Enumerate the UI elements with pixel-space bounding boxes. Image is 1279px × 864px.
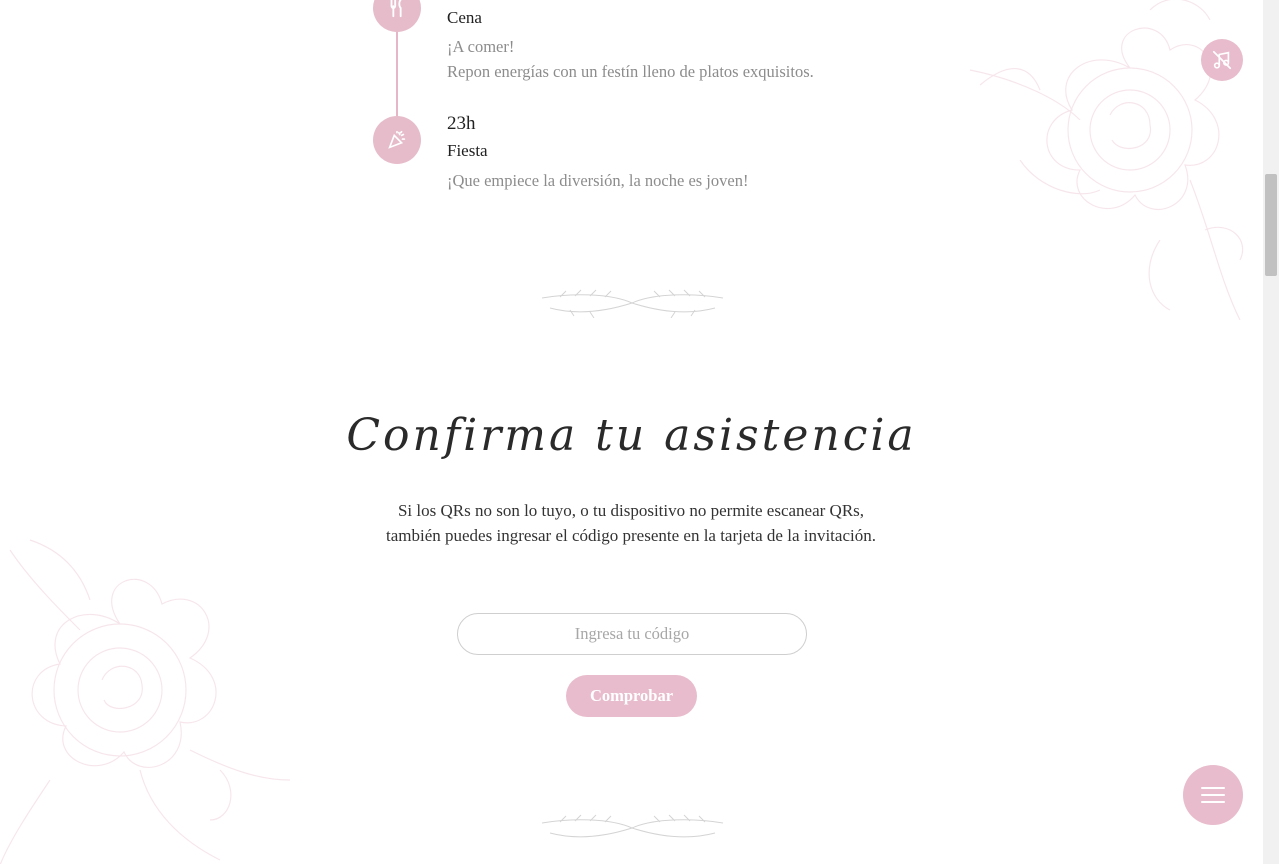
event-desc-dinner-line2: Repon energías con un festín lleno de pl… [447, 62, 814, 81]
event-time-party: 23h [447, 113, 476, 134]
event-title-party: Fiesta [447, 141, 488, 160]
music-toggle-button[interactable] [1201, 39, 1243, 81]
menu-button[interactable] [1183, 765, 1243, 825]
music-off-icon [1212, 50, 1232, 70]
rsvp-description: Si los QRs no son lo tuyo, o tu disposit… [386, 501, 876, 545]
leaf-divider-icon [541, 289, 724, 318]
check-code-button[interactable]: Comprobar [566, 675, 697, 717]
invitation-code-input[interactable] [457, 613, 807, 655]
hamburger-menu-icon [1201, 787, 1225, 803]
timeline-dot-party [373, 116, 421, 164]
scrollbar-thumb[interactable] [1265, 174, 1277, 276]
floral-decoration-icon [0, 539, 291, 864]
party-popper-icon [388, 130, 406, 149]
event-title-dinner: Cena [447, 8, 482, 27]
rsvp-heading: Confirma tu asistencia [346, 410, 917, 461]
event-desc-dinner-line1: ¡A comer! [447, 37, 515, 56]
invitation-page: Cena ¡A comer! Repon energías con un fes… [0, 0, 1279, 864]
scrollbar-track[interactable] [1263, 0, 1279, 864]
timeline-line [396, 20, 398, 130]
event-desc-party: ¡Que empiece la diversión, la noche es j… [447, 171, 749, 190]
timeline-dot-dinner [373, 0, 421, 32]
leaf-divider-icon [541, 814, 724, 838]
fork-knife-icon [390, 0, 402, 18]
